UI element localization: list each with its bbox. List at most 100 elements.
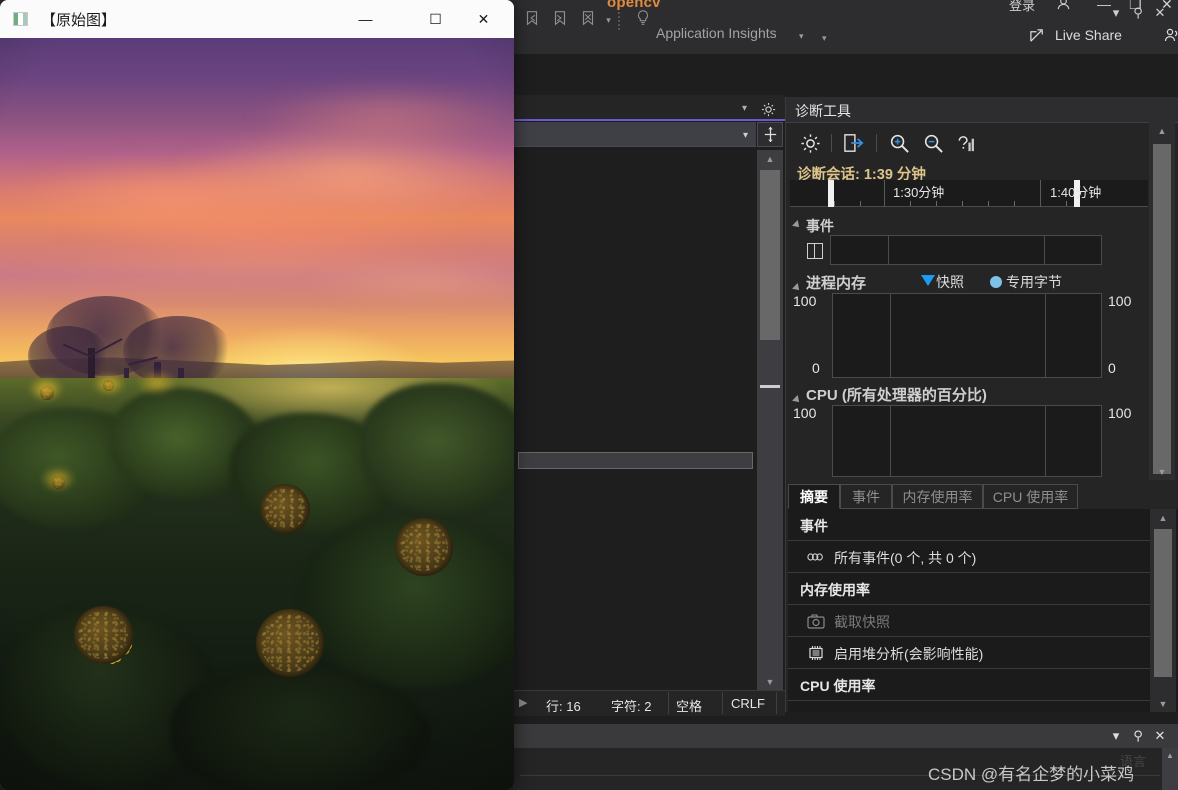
diag-scroll-down-arrow-icon[interactable]: ▼ — [1149, 463, 1175, 480]
snapshot-legend-marker-icon — [921, 275, 935, 286]
account-icon[interactable] — [1056, 0, 1071, 15]
tab-memory-usage[interactable]: 内存使用率 — [892, 484, 983, 509]
cpu-axis-max-right: 100 — [1108, 405, 1132, 421]
editor-active-accent — [513, 119, 785, 121]
editor-navigation-bar[interactable] — [513, 122, 756, 147]
editor-horizontal-scrollbar[interactable] — [518, 452, 753, 469]
image-viewer-icon — [13, 12, 28, 26]
settings-icon[interactable] — [797, 131, 823, 155]
summary-item-all-events[interactable]: 所有事件(0 个, 共 0 个) — [788, 541, 1151, 573]
image-viewer-title: 【原始图】 — [41, 12, 117, 29]
summary-take-snapshot-label: 截取快照 — [834, 614, 890, 630]
image-viewer-window[interactable]: 【原始图】 — ☐ ✕ — [0, 0, 514, 790]
summary-header-cpu-usage: CPU 使用率 — [788, 669, 1151, 701]
timeline-range-start-handle[interactable] — [828, 180, 834, 207]
bookmark-overflow-caret[interactable]: ▾ — [604, 16, 613, 25]
camera-icon — [807, 612, 825, 630]
people-icon[interactable] — [1164, 27, 1178, 48]
private-bytes-legend-label: 专用字节 — [1006, 274, 1062, 290]
scrollbar-thumb[interactable] — [760, 170, 780, 340]
status-indentation[interactable]: 空格 — [676, 696, 702, 715]
editor-tab-overflow-caret[interactable]: ▾ — [742, 103, 747, 114]
memory-axis-max-left: 100 — [793, 293, 817, 309]
summary-scrollbar-thumb[interactable] — [1154, 529, 1172, 677]
scroll-up-arrow-icon[interactable]: ▲ — [757, 150, 783, 167]
live-share-button[interactable]: Live Share — [1055, 27, 1122, 43]
app-root: opencv 登录 — ❐ ✕ ▾ Application Insights ▾… — [0, 0, 1178, 790]
memory-axis-min-left: 0 — [812, 360, 820, 376]
diag-pin-icon[interactable]: ⚲ — [1130, 5, 1146, 21]
bottom-panel-close-icon[interactable]: ✕ — [1152, 728, 1168, 744]
cpu-section-title: CPU (所有处理器的百分比) — [806, 387, 987, 404]
events-track-graph[interactable] — [830, 235, 1102, 265]
zoom-out-icon[interactable] — [920, 131, 946, 155]
csdn-watermark: CSDN @有名企梦的小菜鸡 — [928, 765, 1135, 784]
toolbar-overflow-caret[interactable]: ▾ — [822, 33, 827, 44]
summary-scroll-up-arrow-icon[interactable]: ▲ — [1150, 509, 1176, 526]
cpu-graph[interactable] — [832, 405, 1102, 477]
summary-all-events-label: 所有事件(0 个, 共 0 个) — [834, 550, 977, 566]
diagnostics-graph-scrollbar[interactable]: ▲ ▼ — [1149, 122, 1175, 480]
select-chart-icon[interactable] — [953, 131, 979, 155]
editor-vertical-scrollbar[interactable]: ▲ ▼ — [757, 150, 783, 690]
scrollbar-position-marker — [760, 385, 780, 388]
events-icon — [807, 548, 825, 566]
zoom-in-icon[interactable] — [886, 131, 912, 155]
export-icon[interactable] — [841, 131, 867, 155]
image-viewer-minimize-button[interactable]: — — [343, 0, 388, 38]
summary-item-take-snapshot[interactable]: 截取快照 — [788, 605, 1151, 637]
diag-scrollbar-thumb[interactable] — [1153, 144, 1171, 474]
summary-header-events: 事件 — [788, 509, 1151, 541]
sunflower-front-center — [190, 543, 390, 743]
process-memory-section-title: 进程内存 — [806, 275, 867, 292]
diagnostics-summary-pane: 事件 所有事件(0 个, 共 0 个) 内存使用率 截取快照 启用堆分析(会影响… — [788, 509, 1178, 712]
toolbar-grip[interactable] — [616, 10, 622, 30]
diagnostics-timeline-ruler[interactable]: 1:30分钟 1:40分钟 — [790, 180, 1148, 207]
login-label[interactable]: 登录 — [1009, 0, 1035, 14]
editor-navbar-caret[interactable]: ▾ — [743, 130, 748, 141]
tab-summary[interactable]: 摘要 — [788, 484, 840, 509]
tab-events[interactable]: 事件 — [840, 484, 892, 509]
bookmark-previous-icon[interactable] — [521, 7, 543, 29]
code-editor-surface[interactable] — [513, 95, 785, 690]
sunflower-sunset-photo — [0, 38, 514, 790]
status-line-ending[interactable]: CRLF — [731, 696, 765, 711]
application-insights-caret[interactable]: ▾ — [799, 31, 804, 42]
summary-item-enable-heap-profiling[interactable]: 启用堆分析(会影响性能) — [788, 637, 1151, 669]
bookmark-clear-icon[interactable] — [577, 7, 599, 29]
summary-events-title: 事件 — [800, 518, 828, 534]
bottom-panel-scrollbar[interactable]: ▲ — [1162, 748, 1178, 790]
memory-axis-min-right: 0 — [1108, 360, 1116, 376]
events-track-icon — [807, 243, 823, 259]
image-viewer-maximize-button[interactable]: ☐ — [413, 0, 458, 38]
status-expand-arrow-icon[interactable]: ▶ — [519, 696, 527, 709]
bottom-panel-pin-icon[interactable]: ⚲ — [1130, 728, 1146, 744]
diag-close-icon[interactable]: ✕ — [1152, 5, 1168, 21]
status-line-number: 行: 16 — [546, 699, 581, 714]
events-section-title: 事件 — [806, 218, 834, 234]
diag-dropdown-caret-icon[interactable]: ▾ — [1108, 5, 1124, 21]
share-icon[interactable] — [1029, 27, 1046, 49]
bottom-panel-caret-icon[interactable]: ▾ — [1108, 728, 1124, 744]
snapshot-legend-label: 快照 — [936, 274, 964, 290]
summary-memory-usage-title: 内存使用率 — [800, 582, 870, 598]
private-bytes-legend-marker-icon — [990, 276, 1002, 288]
summary-header-memory-usage: 内存使用率 — [788, 573, 1151, 605]
tab-cpu-usage[interactable]: CPU 使用率 — [983, 484, 1078, 509]
bottom-panel-scroll-up-icon[interactable]: ▲ — [1162, 748, 1178, 762]
diag-scroll-up-arrow-icon[interactable]: ▲ — [1149, 122, 1175, 139]
summary-scrollbar[interactable]: ▲ ▼ — [1150, 509, 1176, 712]
application-insights-dropdown[interactable]: Application Insights — [656, 25, 777, 41]
diagnostic-tools-title: 诊断工具 — [795, 103, 851, 119]
process-memory-graph[interactable] — [832, 293, 1102, 378]
lightbulb-icon[interactable] — [632, 7, 654, 29]
bookmark-next-icon[interactable] — [549, 7, 571, 29]
cpu-axis-max-left: 100 — [793, 405, 817, 421]
timeline-label-1: 1:30分钟 — [893, 185, 945, 200]
summary-scroll-down-arrow-icon[interactable]: ▼ — [1150, 695, 1176, 712]
scroll-down-arrow-icon[interactable]: ▼ — [757, 673, 783, 690]
split-editor-icon[interactable] — [757, 122, 783, 147]
image-viewer-close-button[interactable]: ✕ — [461, 0, 506, 38]
bottom-panel-header — [513, 724, 1178, 748]
diagnostics-tab-strip: 摘要 事件 内存使用率 CPU 使用率 — [788, 484, 1178, 509]
